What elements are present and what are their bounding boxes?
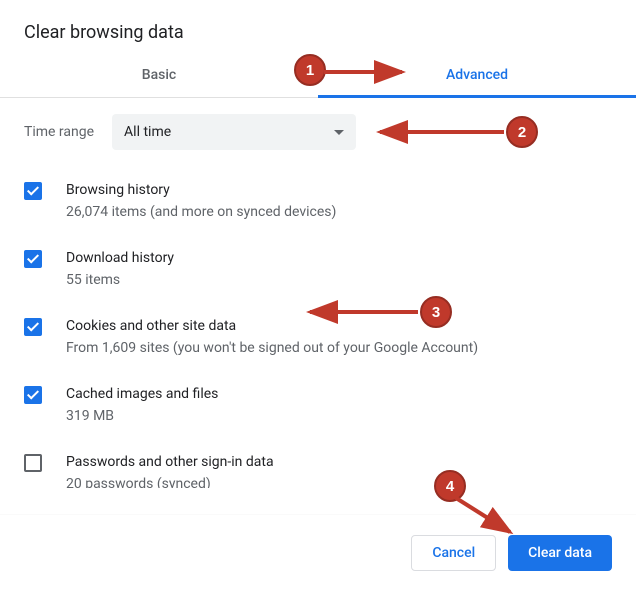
item-browsing-history: Browsing history 26,074 items (and more …	[24, 172, 628, 240]
dialog-title: Clear browsing data	[0, 0, 636, 53]
item-cached: Cached images and files 319 MB	[24, 376, 628, 444]
annotation-arrow-3	[302, 304, 424, 324]
item-title: Browsing history	[66, 180, 336, 200]
item-title: Passwords and other sign-in data	[66, 452, 274, 472]
item-passwords: Passwords and other sign-in data 20 pass…	[24, 444, 628, 488]
checkbox-browsing-history[interactable]	[24, 182, 42, 200]
dialog-footer: Cancel Clear data	[0, 514, 636, 591]
annotation-arrow-2	[372, 124, 512, 144]
tab-basic[interactable]: Basic	[0, 53, 318, 97]
checkbox-cookies[interactable]	[24, 318, 42, 336]
time-range-label: Time range	[24, 124, 94, 140]
item-download-history: Download history 55 items	[24, 240, 628, 308]
time-range-value: All time	[124, 124, 171, 140]
time-range-row: Time range All time	[24, 114, 628, 150]
item-title: Cached images and files	[66, 384, 218, 404]
chevron-down-icon	[334, 130, 344, 135]
item-subtitle: From 1,609 sites (you won't be signed ou…	[66, 338, 478, 358]
tabs: Basic Advanced	[0, 53, 636, 98]
annotation-arrow-1	[324, 64, 414, 84]
item-subtitle: 20 passwords (synced)	[66, 474, 274, 488]
checkbox-passwords[interactable]	[24, 454, 42, 472]
options-scroll-area[interactable]: Time range All time Browsing history 26,…	[0, 98, 636, 488]
annotation-arrow-4	[452, 494, 532, 544]
item-subtitle: 26,074 items (and more on synced devices…	[66, 202, 336, 222]
checkbox-download-history[interactable]	[24, 250, 42, 268]
item-subtitle: 55 items	[66, 270, 174, 290]
item-title: Download history	[66, 248, 174, 268]
item-subtitle: 319 MB	[66, 406, 218, 426]
time-range-select[interactable]: All time	[112, 114, 356, 150]
checkbox-cached[interactable]	[24, 386, 42, 404]
clear-browsing-data-dialog: Clear browsing data Basic Advanced Time …	[0, 0, 636, 591]
